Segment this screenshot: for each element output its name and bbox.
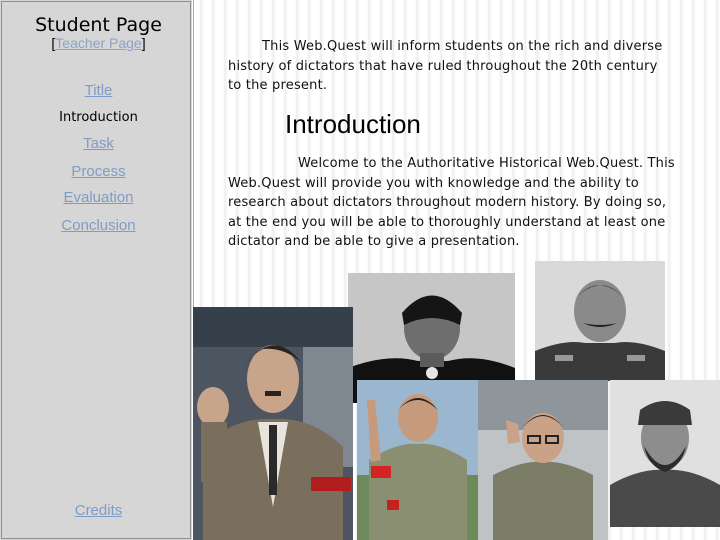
portrait-photo-raised-fist	[193, 307, 353, 540]
welcome-text: Welcome to the Authoritative Historical …	[228, 156, 675, 249]
nav-title-link[interactable]: Title	[0, 82, 197, 99]
bracket-close: ]	[141, 35, 146, 51]
page-title: Student Page	[35, 14, 162, 36]
teacher-page-link-wrapper: [Teacher Page]	[0, 35, 197, 51]
portrait-photo-uniform	[535, 261, 665, 381]
section-heading: Introduction	[285, 109, 421, 139]
intro-text: This Web.Quest will inform students on t…	[228, 39, 663, 93]
nav-credits-link[interactable]: Credits	[0, 502, 197, 519]
nav-evaluation-link[interactable]: Evaluation	[0, 189, 197, 206]
teacher-page-link[interactable]: Teacher Page	[55, 35, 141, 51]
portrait-photo-waving-left	[357, 380, 479, 540]
nav-process-link[interactable]: Process	[0, 163, 197, 180]
sidebar: Student Page [Teacher Page] Title Introd…	[0, 0, 194, 540]
intro-paragraph: This Web.Quest will inform students on t…	[228, 37, 668, 96]
portrait-photo-bearded	[610, 380, 720, 527]
portrait-photo-saluting	[478, 380, 608, 540]
welcome-paragraph: Welcome to the Authoritative Historical …	[228, 154, 676, 252]
nav-introduction-current: Introduction	[59, 110, 138, 125]
nav-conclusion-link[interactable]: Conclusion	[0, 217, 197, 234]
nav-task-link[interactable]: Task	[0, 135, 197, 152]
